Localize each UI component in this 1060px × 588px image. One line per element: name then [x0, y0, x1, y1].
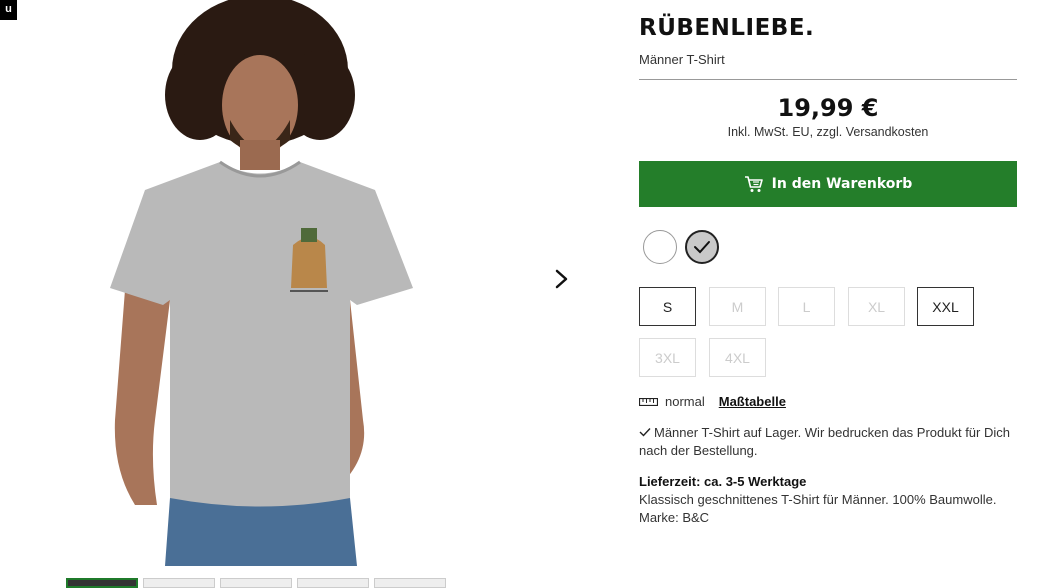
- thumbnail[interactable]: [143, 578, 215, 588]
- size-option-l: L: [778, 287, 835, 326]
- thumbnail[interactable]: [374, 578, 446, 588]
- thumbnail[interactable]: [297, 578, 369, 588]
- stock-info: Männer T-Shirt auf Lager. Wir bedrucken …: [639, 424, 1017, 460]
- thumbnail[interactable]: [220, 578, 292, 588]
- delivery-title: Lieferzeit: ca. 3-5 Werktage: [639, 474, 807, 489]
- divider: [639, 79, 1017, 80]
- check-icon: [639, 428, 651, 437]
- price-note: Inkl. MwSt. EU, zzgl. Versandkosten: [727, 125, 929, 139]
- delivery-info: Lieferzeit: ca. 3-5 Werktage Klassisch g…: [639, 473, 1017, 527]
- check-icon: [694, 241, 710, 254]
- size-option-3xl: 3XL: [639, 338, 696, 377]
- size-option-xl: XL: [848, 287, 905, 326]
- color-swatch-grey[interactable]: [685, 230, 719, 264]
- size-option-xxl[interactable]: XXL: [917, 287, 974, 326]
- stock-text: Männer T-Shirt auf Lager. Wir bedrucken …: [639, 425, 1010, 458]
- product-photo: [110, 0, 413, 566]
- add-to-cart-label: In den Warenkorb: [771, 176, 913, 192]
- delivery-description: Klassisch geschnittenes T-Shirt für Männ…: [639, 492, 997, 525]
- fit-label: normal: [665, 394, 705, 409]
- product-gallery: [0, 0, 600, 588]
- size-option-4xl: 4XL: [709, 338, 766, 377]
- thumbnail[interactable]: [66, 578, 138, 588]
- add-to-cart-button[interactable]: In den Warenkorb: [639, 161, 1017, 207]
- product-price: 19,99 €: [777, 94, 879, 122]
- fit-row: normal Maßtabelle: [639, 394, 786, 409]
- size-chart-link[interactable]: Maßtabelle: [719, 394, 786, 409]
- cart-icon: [744, 176, 763, 192]
- chevron-right-icon[interactable]: [548, 262, 576, 296]
- size-option-m: M: [709, 287, 766, 326]
- size-option-s[interactable]: S: [639, 287, 696, 326]
- ruler-icon: [639, 397, 658, 406]
- product-brand: RÜBENLIEBE.: [639, 15, 815, 41]
- color-swatch-white[interactable]: [643, 230, 677, 264]
- product-subtitle: Männer T-Shirt: [639, 52, 725, 67]
